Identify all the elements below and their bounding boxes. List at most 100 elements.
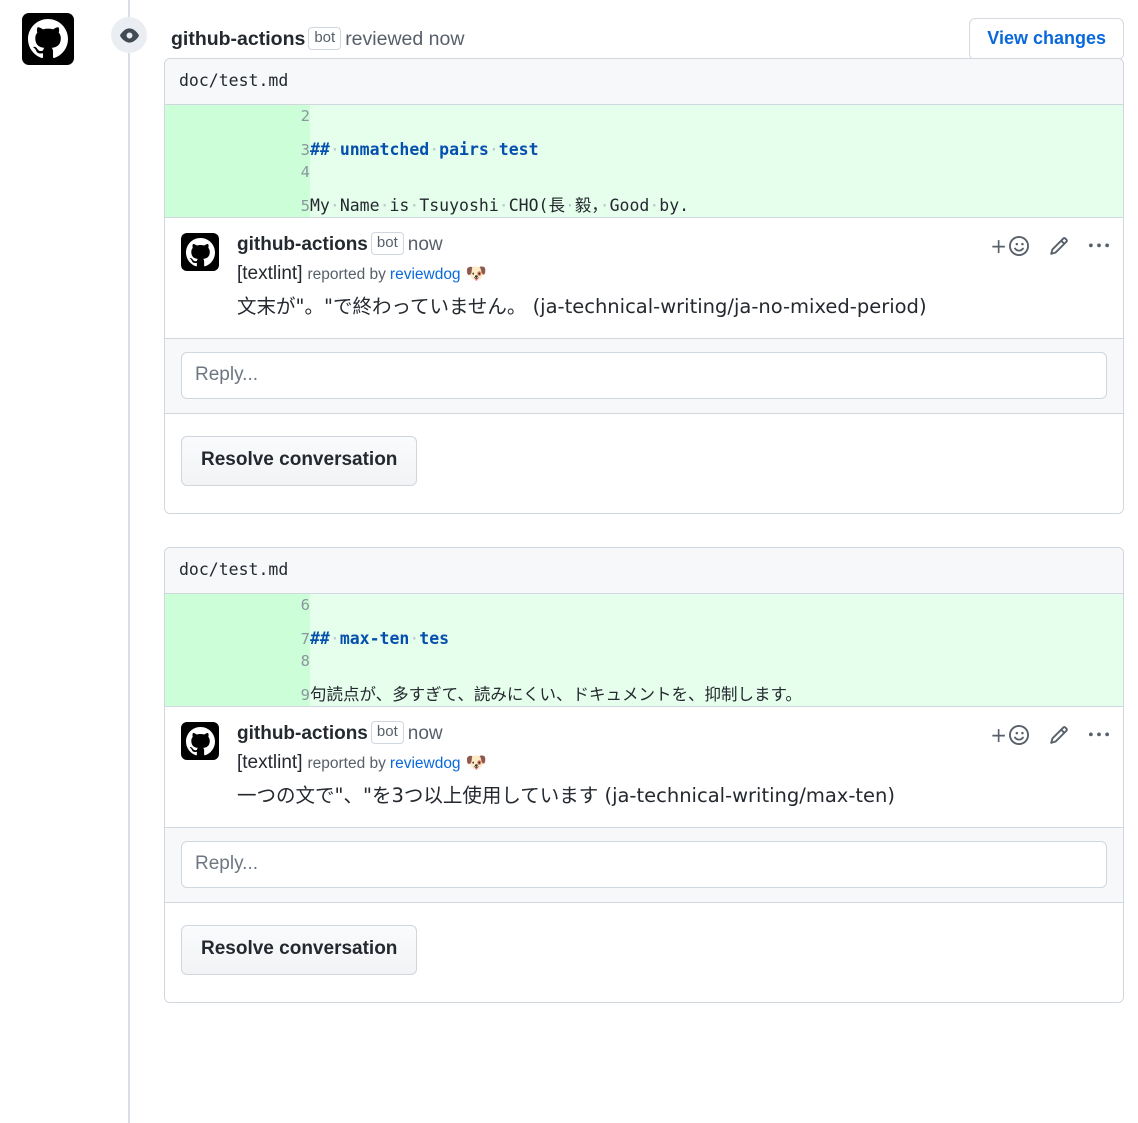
diff-lineno: 4 bbox=[165, 161, 310, 195]
diff-token: by. bbox=[659, 196, 690, 215]
pencil-icon bbox=[1050, 726, 1068, 744]
avatar bbox=[181, 722, 219, 760]
whitespace-dot: · bbox=[379, 196, 390, 215]
diff-file-path: doc/test.md bbox=[165, 59, 1123, 105]
diff-code: 句読点が、多すぎて、読みにくい、ドキュメントを、抑制します。 bbox=[310, 684, 1123, 706]
kebab-horizontal-icon bbox=[1089, 243, 1109, 248]
edit-icon[interactable] bbox=[1049, 236, 1069, 256]
plus-glyph: + bbox=[990, 723, 1007, 747]
whitespace-dot: · bbox=[498, 196, 509, 215]
review-comment: + github-actions bot now [textlint] repo… bbox=[165, 706, 1123, 827]
diff-token: unmatched bbox=[339, 140, 430, 159]
diff-lineno: 7 bbox=[165, 628, 310, 650]
diff-token: 毅， bbox=[574, 196, 600, 215]
comment-source-line: [textlint] reported by reviewdog 🐶 bbox=[237, 750, 1109, 777]
resolve-row: Resolve conversation bbox=[165, 414, 1123, 513]
smiley-icon bbox=[1009, 725, 1029, 745]
reviewdog-link[interactable]: reviewdog bbox=[390, 755, 461, 772]
comment-byline: github-actions bot now bbox=[237, 721, 1109, 747]
whitespace-dot: · bbox=[329, 629, 340, 648]
diff-row: 4 bbox=[165, 161, 1123, 195]
smiley-icon bbox=[1009, 236, 1029, 256]
timeline-rail bbox=[128, 0, 130, 1123]
diff-table: 2 3 ##·unmatched·pairs·test 4 5 My·Name·… bbox=[165, 105, 1123, 217]
whitespace-dot: · bbox=[649, 196, 660, 215]
diff-lineno: 2 bbox=[165, 105, 310, 139]
diff-table: 6 7 ##·max-ten·tes 8 9 句読点が、多すぎて、読みにくい、ド… bbox=[165, 594, 1123, 706]
review-comment: + github-actions bot now [textlint] repo… bbox=[165, 217, 1123, 338]
review-actor-name[interactable]: github-actions bbox=[171, 28, 305, 50]
dog-face-icon: 🐶 bbox=[465, 264, 487, 284]
diff-token: Name bbox=[339, 196, 380, 215]
diff-row: 9 句読点が、多すぎて、読みにくい、ドキュメントを、抑制します。 bbox=[165, 684, 1123, 706]
comment-message: 文末が"。"で終わっていません。 (ja-technical-writing/j… bbox=[237, 295, 927, 318]
edit-icon[interactable] bbox=[1049, 725, 1069, 745]
whitespace-dot: · bbox=[409, 196, 420, 215]
diff-token: ## bbox=[310, 629, 330, 648]
diff-lineno: 9 bbox=[165, 684, 310, 706]
diff-code bbox=[310, 650, 1123, 684]
comment-actions: + bbox=[990, 725, 1109, 745]
review-thread: doc/test.md 2 3 ##·unmatched·pairs·test … bbox=[164, 58, 1124, 514]
avatar bbox=[22, 13, 74, 65]
diff-token: Tsuyoshi bbox=[419, 196, 499, 215]
diff-body: 6 7 ##·max-ten·tes 8 9 句読点が、多すぎて、読みにくい、ド… bbox=[165, 594, 1123, 706]
add-reaction-icon[interactable]: + bbox=[990, 236, 1029, 256]
diff-row: 5 My·Name·is·Tsuyoshi·CHO(長·毅，·Good·by. bbox=[165, 195, 1123, 217]
review-thread: doc/test.md 6 7 ##·max-ten·tes 8 9 句読点が、… bbox=[164, 547, 1124, 1003]
diff-lineno: 3 bbox=[165, 139, 310, 161]
review-action-text: reviewed now bbox=[345, 28, 465, 50]
comment-content: github-actions bot now [textlint] reported … bbox=[237, 721, 1109, 811]
whitespace-dot: · bbox=[329, 196, 340, 215]
comment-author[interactable]: github-actions bbox=[237, 234, 368, 255]
diff-code: My·Name·is·Tsuyoshi·CHO(長·毅，·Good·by. bbox=[310, 195, 1123, 217]
diff-row: 6 bbox=[165, 594, 1123, 628]
comment-author[interactable]: github-actions bbox=[237, 723, 368, 744]
comment-byline: github-actions bot now bbox=[237, 232, 1109, 258]
diff-token: test bbox=[498, 140, 539, 159]
more-options-icon[interactable] bbox=[1089, 236, 1109, 256]
review-threads: doc/test.md 2 3 ##·unmatched·pairs·test … bbox=[164, 58, 1124, 1003]
diff-row: 2 bbox=[165, 105, 1123, 139]
view-changes-button[interactable]: View changes bbox=[969, 18, 1124, 60]
resolve-row: Resolve conversation bbox=[165, 903, 1123, 1002]
whitespace-dot: · bbox=[429, 140, 440, 159]
diff-row: 7 ##·max-ten·tes bbox=[165, 628, 1123, 650]
plus-glyph: + bbox=[990, 234, 1007, 258]
resolve-conversation-button[interactable]: Resolve conversation bbox=[181, 436, 418, 486]
diff-code bbox=[310, 594, 1123, 628]
bot-badge: bot bbox=[308, 27, 342, 50]
reviewdog-link[interactable]: reviewdog bbox=[390, 266, 461, 283]
add-reaction-icon[interactable]: + bbox=[990, 725, 1029, 745]
comment-header: github-actions bot now [textlint] reported … bbox=[181, 232, 1109, 322]
whitespace-dot: · bbox=[329, 140, 340, 159]
reply-input[interactable] bbox=[181, 352, 1107, 399]
diff-code bbox=[310, 161, 1123, 195]
diff-code bbox=[310, 105, 1123, 139]
github-octocat-icon bbox=[185, 726, 215, 755]
diff-row: 3 ##·unmatched·pairs·test bbox=[165, 139, 1123, 161]
reply-input[interactable] bbox=[181, 841, 1107, 888]
comment-actions: + bbox=[990, 236, 1109, 256]
eye-icon bbox=[119, 27, 139, 43]
reported-by-label: reported by bbox=[307, 266, 386, 283]
more-options-icon[interactable] bbox=[1089, 725, 1109, 745]
reply-row bbox=[165, 338, 1123, 414]
diff-token: Good bbox=[609, 196, 650, 215]
review-event-text: github-actions bot reviewed now bbox=[171, 25, 464, 53]
diff-token: My bbox=[310, 196, 330, 215]
diff-token: tes bbox=[419, 629, 450, 648]
diff-token: ## bbox=[310, 140, 330, 159]
reply-row bbox=[165, 827, 1123, 903]
tool-tag: [textlint] bbox=[237, 752, 303, 773]
avatar bbox=[181, 233, 219, 271]
comment-timestamp: now bbox=[407, 723, 443, 744]
kebab-horizontal-icon bbox=[1089, 732, 1109, 737]
diff-lineno: 8 bbox=[165, 650, 310, 684]
diff-row: 8 bbox=[165, 650, 1123, 684]
resolve-conversation-button[interactable]: Resolve conversation bbox=[181, 925, 418, 975]
review-event-header: github-actions bot reviewed now View chang… bbox=[0, 0, 1138, 65]
bot-badge: bot bbox=[370, 232, 404, 255]
eye-icon-badge bbox=[111, 17, 147, 53]
comment-header: github-actions bot now [textlint] reported … bbox=[181, 721, 1109, 811]
